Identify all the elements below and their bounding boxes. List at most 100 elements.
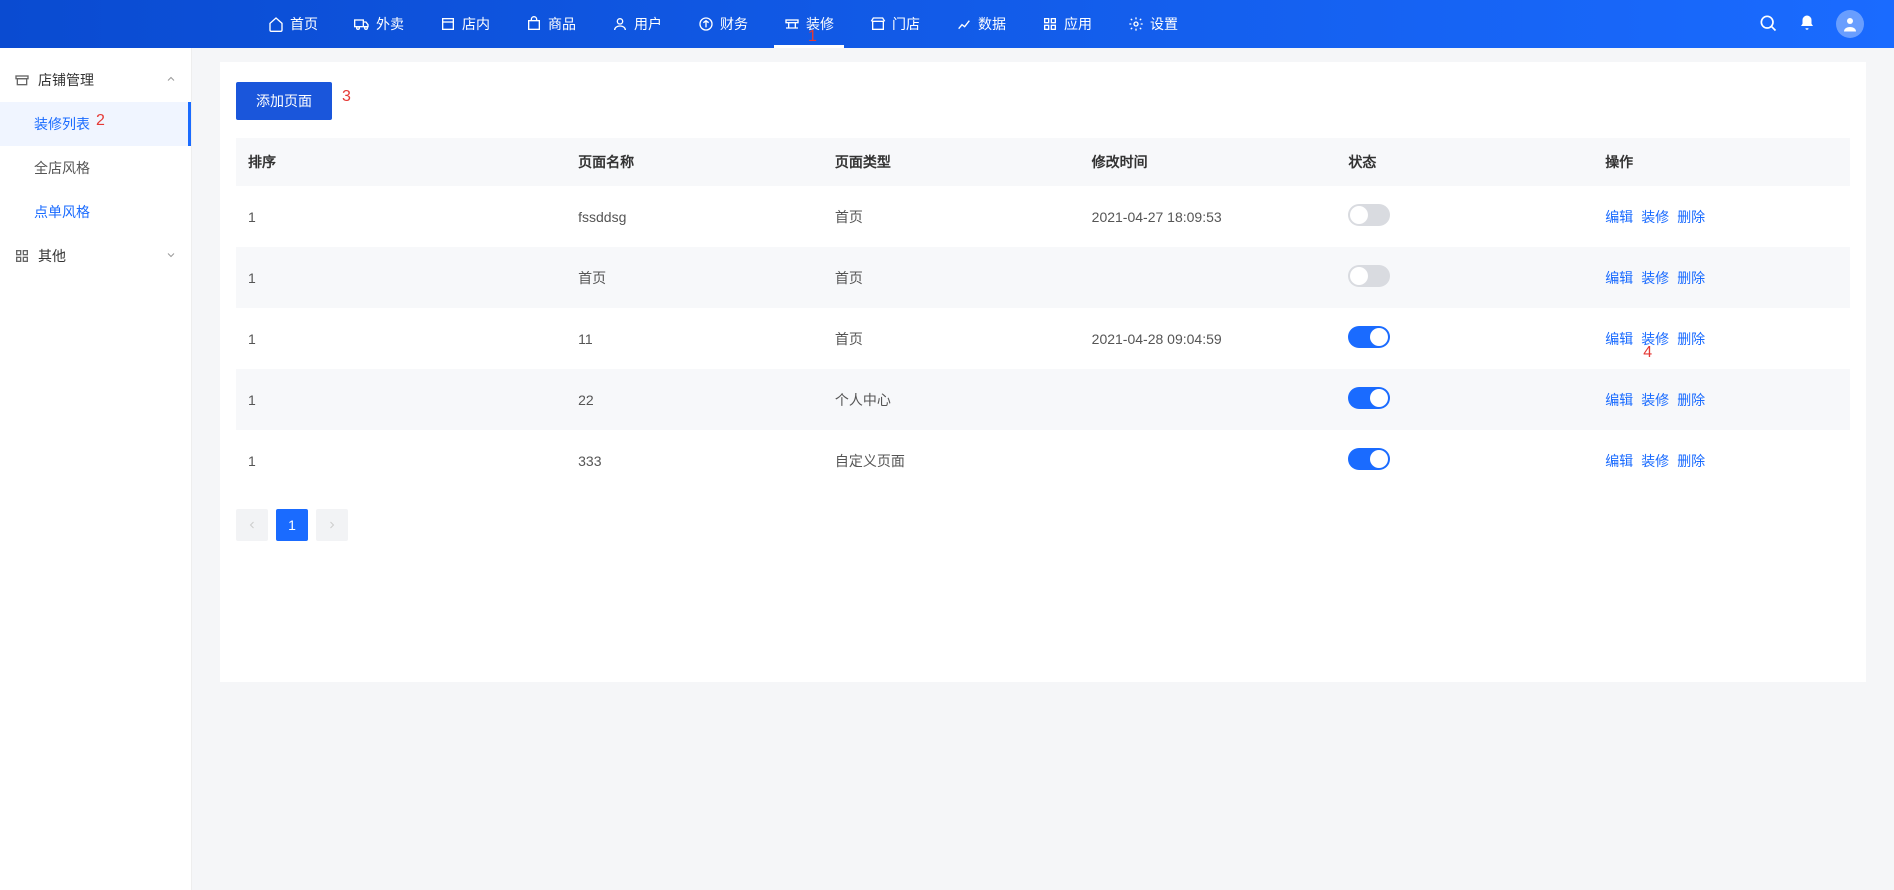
th-status: 状态 <box>1336 138 1593 186</box>
sidebar-item-label: 装修列表 <box>34 116 90 132</box>
nav-instore[interactable]: 店内 <box>422 0 508 48</box>
sidebar-group-label: 店铺管理 <box>38 70 94 90</box>
sidebar: 店铺管理 装修列表 2 全店风格 点单风格 其他 <box>0 48 192 890</box>
th-time: 修改时间 <box>1080 138 1337 186</box>
table-row: 1fssddsg首页2021-04-27 18:09:53编辑装修删除 <box>236 186 1850 247</box>
op-decor[interactable]: 装修 <box>1641 209 1669 225</box>
status-toggle[interactable] <box>1348 265 1390 287</box>
cell-sort: 1 <box>236 186 566 247</box>
cell-ops: 编辑装修删除4 <box>1593 308 1850 369</box>
chart-icon <box>956 16 972 32</box>
finance-icon <box>698 16 714 32</box>
top-nav-items: 首页 外卖 店内 商品 用户 财务 装修 1 门店 <box>250 0 1196 48</box>
status-toggle[interactable] <box>1348 326 1390 348</box>
op-decor[interactable]: 装修 <box>1641 331 1669 347</box>
sidebar-item-decor-list[interactable]: 装修列表 2 <box>0 102 191 146</box>
op-decor[interactable]: 装修 <box>1641 453 1669 469</box>
sidebar-item-order-style[interactable]: 点单风格 <box>0 190 191 234</box>
store-mgmt-icon <box>14 72 30 88</box>
cell-name: 333 <box>566 430 823 491</box>
cell-ops: 编辑装修删除 <box>1593 186 1850 247</box>
pager-prev[interactable] <box>236 509 268 541</box>
cell-ops: 编辑装修删除 <box>1593 247 1850 308</box>
bell-icon[interactable] <box>1798 14 1816 35</box>
nav-apps[interactable]: 应用 <box>1024 0 1110 48</box>
nav-goods[interactable]: 商品 <box>508 0 594 48</box>
op-delete[interactable]: 删除 <box>1677 209 1705 225</box>
cell-type: 首页 <box>823 186 1080 247</box>
store-icon <box>440 16 456 32</box>
op-decor[interactable]: 装修 <box>1641 392 1669 408</box>
status-toggle[interactable] <box>1348 387 1390 409</box>
add-page-button[interactable]: 添加页面 <box>236 82 332 120</box>
op-edit[interactable]: 编辑 <box>1605 331 1633 347</box>
decor-icon <box>784 16 800 32</box>
nav-label: 外卖 <box>376 14 404 34</box>
truck-icon <box>354 16 370 32</box>
cell-time <box>1080 247 1337 308</box>
sidebar-group-store[interactable]: 店铺管理 <box>0 58 191 102</box>
pager-next[interactable] <box>316 509 348 541</box>
avatar[interactable] <box>1836 10 1864 38</box>
cell-name: 22 <box>566 369 823 430</box>
th-sort: 排序 <box>236 138 566 186</box>
nav-label: 用户 <box>634 14 662 34</box>
status-toggle[interactable] <box>1348 448 1390 470</box>
nav-user[interactable]: 用户 <box>594 0 680 48</box>
op-edit[interactable]: 编辑 <box>1605 209 1633 225</box>
cell-status <box>1336 430 1593 491</box>
gear-icon <box>1128 16 1144 32</box>
nav-data[interactable]: 数据 <box>938 0 1024 48</box>
sidebar-item-store-style[interactable]: 全店风格 <box>0 146 191 190</box>
home-icon <box>268 16 284 32</box>
cell-time: 2021-04-28 09:04:59 <box>1080 308 1337 369</box>
cell-sort: 1 <box>236 247 566 308</box>
op-decor[interactable]: 装修 <box>1641 270 1669 286</box>
op-edit[interactable]: 编辑 <box>1605 392 1633 408</box>
cell-status <box>1336 186 1593 247</box>
top-navbar: 首页 外卖 店内 商品 用户 财务 装修 1 门店 <box>0 0 1894 48</box>
op-edit[interactable]: 编辑 <box>1605 453 1633 469</box>
cell-status <box>1336 247 1593 308</box>
nav-label: 门店 <box>892 14 920 34</box>
cell-time <box>1080 430 1337 491</box>
cell-type: 首页 <box>823 247 1080 308</box>
cell-time <box>1080 369 1337 430</box>
th-name: 页面名称 <box>566 138 823 186</box>
chevron-right-icon <box>326 519 338 531</box>
op-delete[interactable]: 删除 <box>1677 392 1705 408</box>
grid-icon <box>14 248 30 264</box>
nav-label: 首页 <box>290 14 318 34</box>
cell-sort: 1 <box>236 369 566 430</box>
user-icon <box>612 16 628 32</box>
nav-decor[interactable]: 装修 1 <box>766 0 852 48</box>
status-toggle[interactable] <box>1348 204 1390 226</box>
sidebar-group-other[interactable]: 其他 <box>0 234 191 278</box>
chevron-up-icon <box>165 72 177 88</box>
cell-sort: 1 <box>236 430 566 491</box>
nav-delivery[interactable]: 外卖 <box>336 0 422 48</box>
nav-home[interactable]: 首页 <box>250 0 336 48</box>
pagination: 1 <box>236 509 1850 541</box>
nav-finance[interactable]: 财务 <box>680 0 766 48</box>
cell-sort: 1 <box>236 308 566 369</box>
op-delete[interactable]: 删除 <box>1677 453 1705 469</box>
nav-settings[interactable]: 设置 <box>1110 0 1196 48</box>
table-row: 1首页首页编辑装修删除 <box>236 247 1850 308</box>
shop-icon <box>870 16 886 32</box>
table-row: 1333自定义页面编辑装修删除 <box>236 430 1850 491</box>
chevron-left-icon <box>246 519 258 531</box>
op-delete[interactable]: 删除 <box>1677 331 1705 347</box>
nav-label: 装修 <box>806 14 834 34</box>
nav-shop[interactable]: 门店 <box>852 0 938 48</box>
cell-type: 个人中心 <box>823 369 1080 430</box>
search-icon[interactable] <box>1758 13 1778 36</box>
bag-icon <box>526 16 542 32</box>
op-edit[interactable]: 编辑 <box>1605 270 1633 286</box>
pager-page-1[interactable]: 1 <box>276 509 308 541</box>
cell-ops: 编辑装修删除 <box>1593 369 1850 430</box>
nav-label: 财务 <box>720 14 748 34</box>
nav-label: 应用 <box>1064 14 1092 34</box>
cell-status <box>1336 308 1593 369</box>
op-delete[interactable]: 删除 <box>1677 270 1705 286</box>
